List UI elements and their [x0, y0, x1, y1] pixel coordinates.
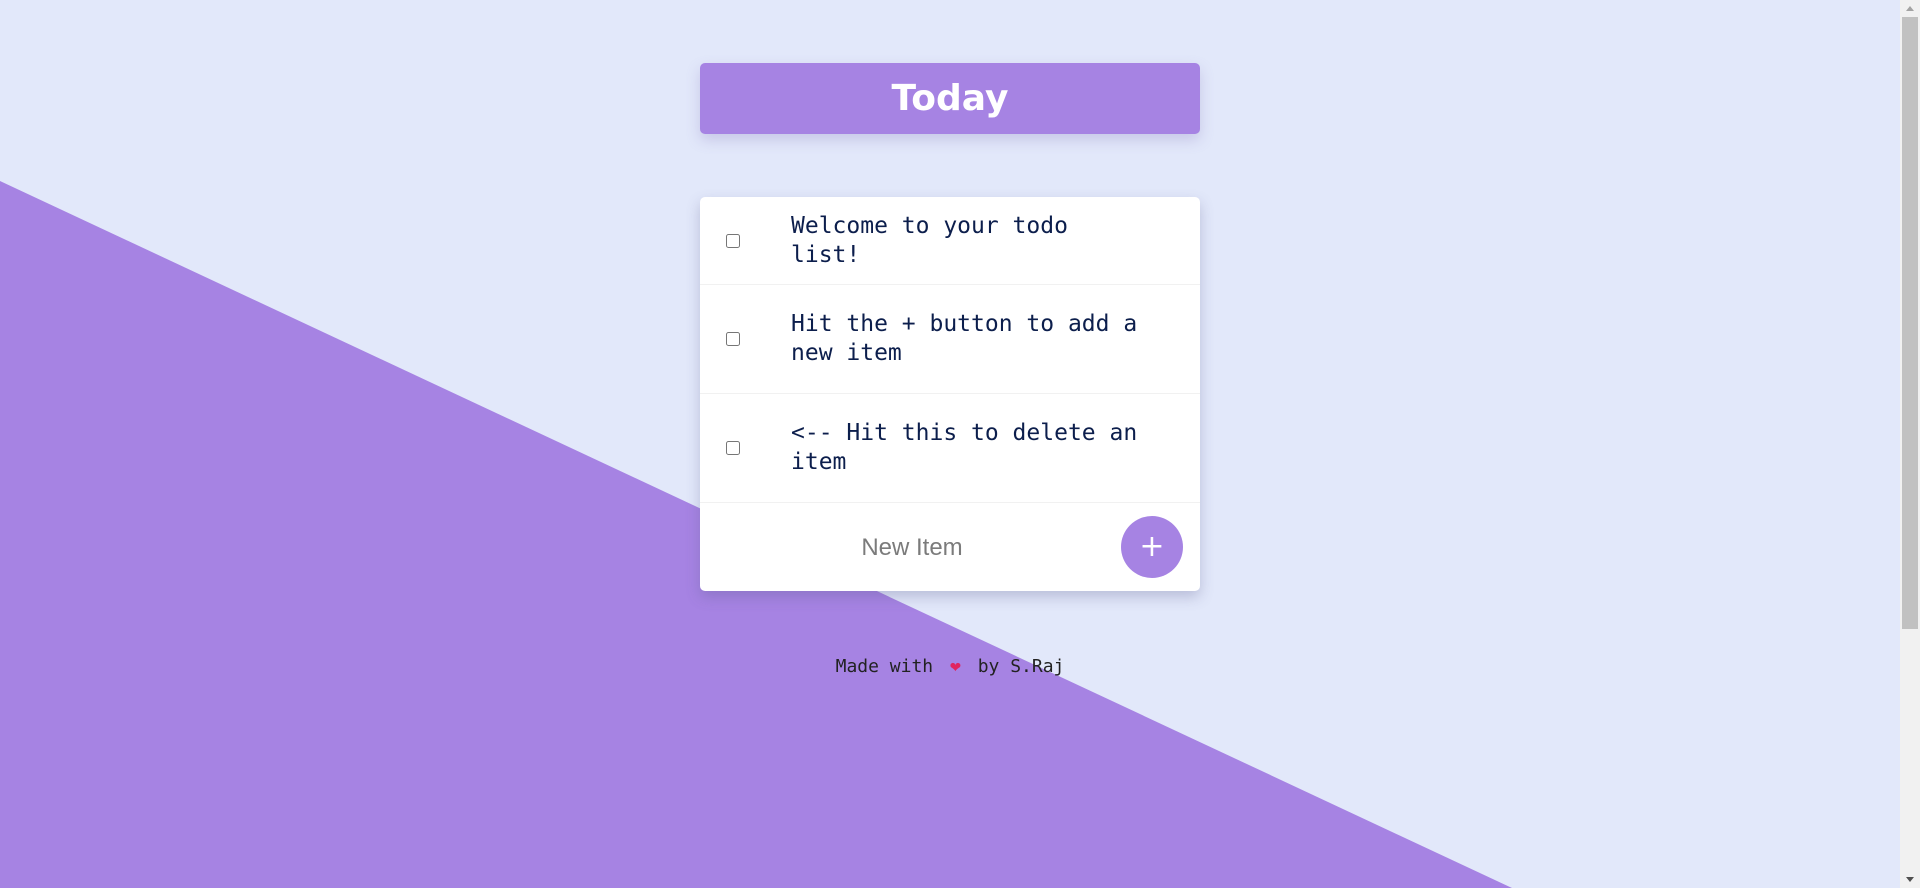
heading-box: Today — [700, 63, 1200, 134]
scrollbar-thumb[interactable] — [1902, 17, 1918, 629]
list-item: <-- Hit this to delete an item — [700, 394, 1200, 503]
footer-prefix: Made with — [835, 656, 934, 677]
add-item-button[interactable]: + — [1121, 516, 1183, 578]
page-title: Today — [891, 78, 1009, 119]
new-item-input[interactable] — [760, 525, 1064, 571]
item-text: <-- Hit this to delete an item — [791, 420, 1138, 475]
new-item-form: + — [700, 503, 1200, 591]
footer-credit: Made with ❤ by S.Raj — [700, 656, 1200, 677]
scroll-up-icon[interactable] — [1900, 0, 1920, 17]
item-checkbox[interactable] — [726, 233, 740, 248]
list-item: Hit the + button to add a new item — [700, 285, 1200, 394]
list-item: Welcome to your todo list! — [700, 197, 1200, 285]
footer-author: by S.Raj — [977, 656, 1065, 677]
scroll-down-icon[interactable] — [1900, 871, 1920, 888]
page: Today Welcome to your todo list! Hit the… — [0, 0, 1900, 888]
item-checkbox[interactable] — [726, 441, 740, 455]
vertical-scrollbar[interactable] — [1900, 0, 1920, 888]
item-text: Welcome to your todo list! — [791, 212, 1068, 268]
item-checkbox[interactable] — [726, 332, 740, 346]
item-text: Hit the + button to add a new item — [791, 311, 1138, 366]
heart-icon: ❤ — [950, 656, 961, 677]
todo-list: Welcome to your todo list! Hit the + but… — [700, 197, 1200, 591]
